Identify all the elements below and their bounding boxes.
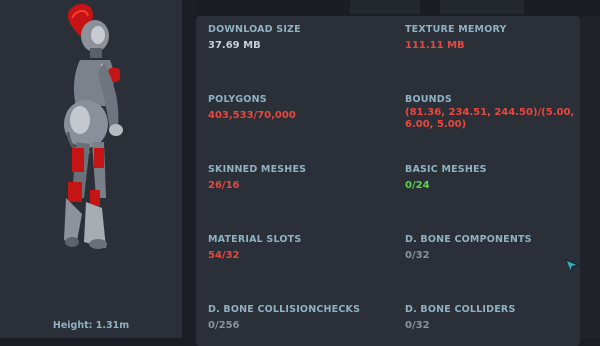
stat-polygons: POLYGONS 403,533/70,000 — [208, 94, 388, 122]
stat-label: SKINNED MESHES — [208, 164, 307, 175]
stat-d-bone-collisionchecks: D. BONE COLLISIONCHECKS 0/256 — [208, 304, 388, 332]
mouse-pointer-icon — [565, 259, 579, 273]
stat-basic-meshes: BASIC MESHES 0/24 — [405, 164, 585, 192]
stat-material-slots: MATERIAL SLOTS 54/32 — [208, 234, 388, 262]
stat-value: 111.11 MB — [405, 40, 465, 51]
stat-value: (81.36, 234.51, 244.50)/(5.00, 6.00, 5.0… — [405, 107, 575, 130]
stat-value: 0/32 — [405, 250, 430, 261]
stat-value: 54/32 — [208, 250, 240, 261]
stat-skinned-meshes: SKINNED MESHES 26/16 — [208, 164, 388, 192]
stat-label: D. BONE COLLISIONCHECKS — [208, 304, 361, 315]
panel-divider — [182, 0, 196, 338]
stat-label: D. BONE COLLIDERS — [405, 304, 516, 315]
stat-label: MATERIAL SLOTS — [208, 234, 302, 245]
stat-value: 0/256 — [208, 320, 240, 331]
stat-label: POLYGONS — [208, 94, 267, 105]
stat-d-bone-components: D. BONE COMPONENTS 0/32 — [405, 234, 585, 262]
stat-value: 26/16 — [208, 180, 240, 191]
stat-label: TEXTURE MEMORY — [405, 24, 507, 35]
stat-d-bone-colliders: D. BONE COLLIDERS 0/32 — [405, 304, 585, 332]
stat-value: 37.69 MB — [208, 40, 261, 51]
stat-download-size: DOWNLOAD SIZE 37.69 MB — [208, 24, 388, 52]
stat-label: D. BONE COMPONENTS — [405, 234, 532, 245]
stat-value: 0/24 — [405, 180, 430, 191]
performance-stats-panel: DOWNLOAD SIZE 37.69 MB TEXTURE MEMORY 11… — [196, 16, 580, 346]
height-label: Height: 1.31m — [52, 320, 130, 331]
stat-label: BOUNDS — [405, 94, 452, 105]
stat-label: DOWNLOAD SIZE — [208, 24, 301, 35]
top-strip — [196, 0, 600, 16]
stat-value: 0/32 — [405, 320, 430, 331]
stat-value: 403,533/70,000 — [208, 110, 296, 121]
stat-bounds: BOUNDS (81.36, 234.51, 244.50)/(5.00, 6.… — [405, 94, 575, 131]
avatar-model-preview — [64, 3, 123, 249]
model-preview-panel: Height: 1.31m — [0, 0, 182, 338]
stat-texture-memory: TEXTURE MEMORY 111.11 MB — [405, 24, 585, 52]
scrollbar-track[interactable] — [580, 16, 600, 338]
stat-label: BASIC MESHES — [405, 164, 487, 175]
